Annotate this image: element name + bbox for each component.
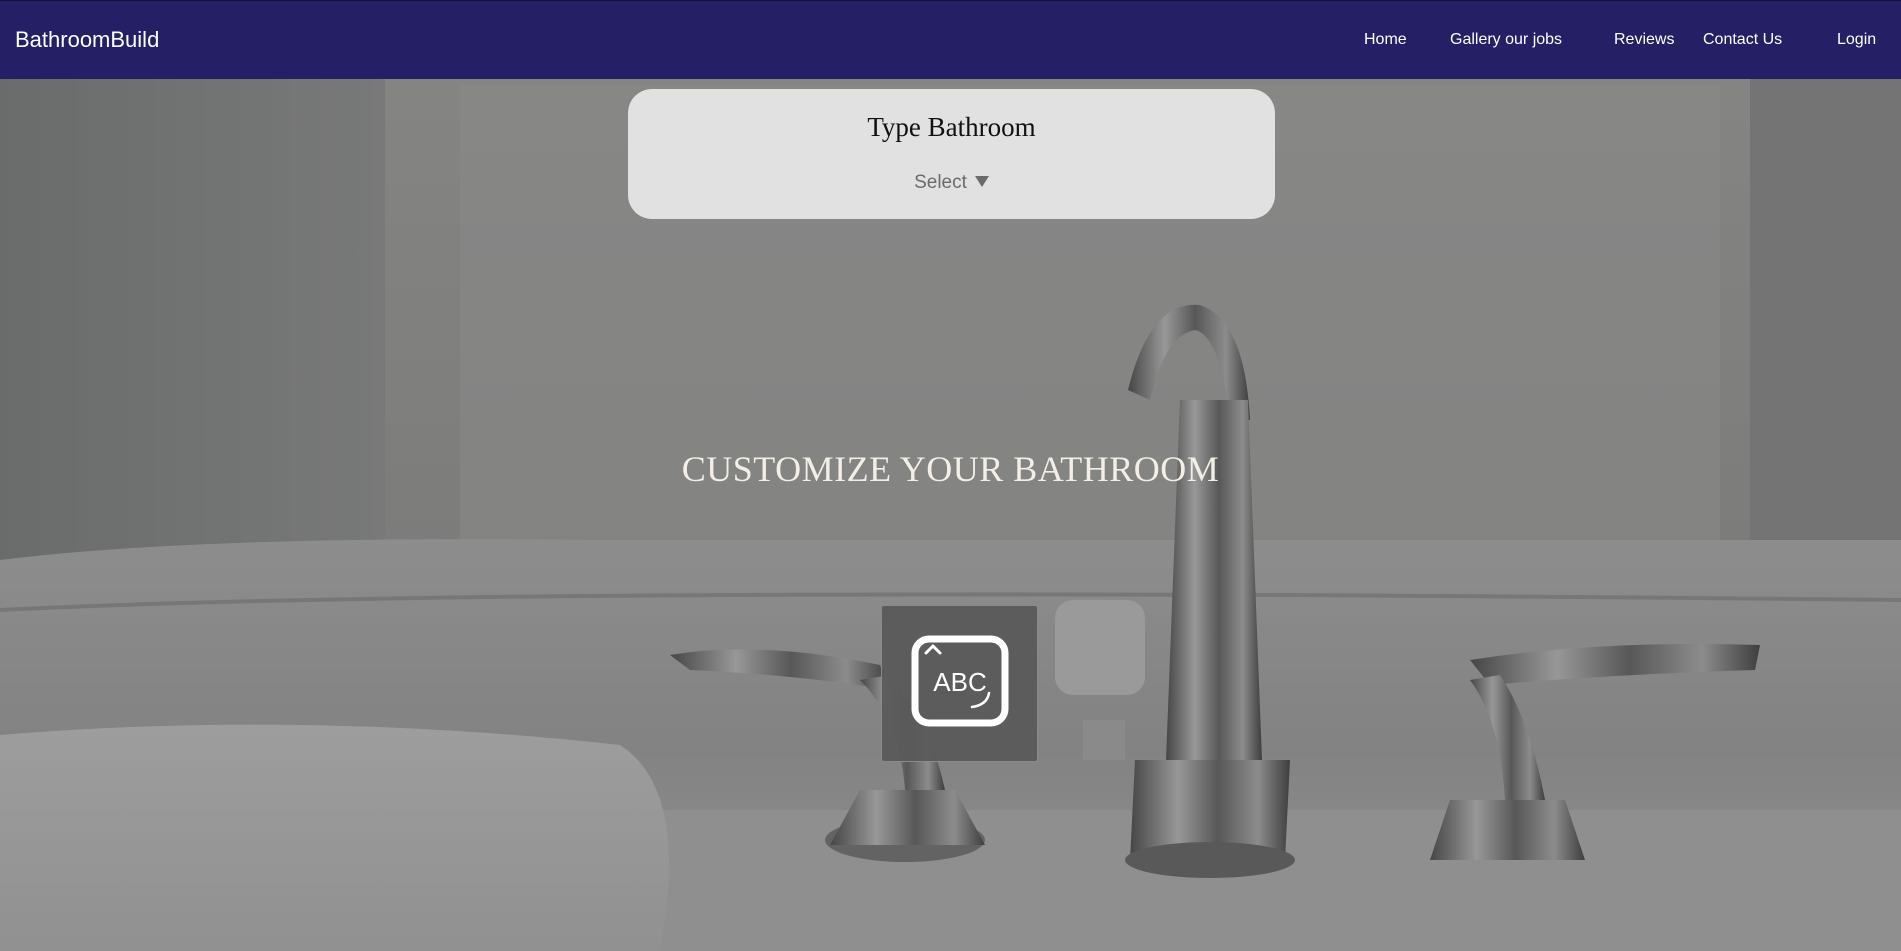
keyboard-input-button[interactable]: ABC	[881, 605, 1038, 762]
nav-link-reviews[interactable]: Reviews	[1614, 30, 1674, 50]
top-navbar: BathroomBuild Home Gallery our jobs Revi…	[0, 0, 1901, 79]
abc-icon-text: ABC	[933, 667, 986, 697]
nav-link-contact[interactable]: Contact Us	[1703, 30, 1782, 50]
chevron-down-icon	[974, 176, 989, 187]
nav-link-login[interactable]: Login	[1837, 30, 1876, 50]
type-bathroom-card: Type Bathroom Select	[628, 89, 1275, 219]
nav-link-gallery[interactable]: Gallery our jobs	[1450, 30, 1562, 50]
keyboard-abc-icon: ABC	[911, 635, 1009, 727]
type-bathroom-title: Type Bathroom	[867, 112, 1036, 142]
nav-link-home[interactable]: Home	[1364, 30, 1407, 50]
page: BathroomBuild Home Gallery our jobs Revi…	[0, 0, 1901, 951]
select-value: Select	[914, 172, 967, 193]
type-bathroom-select[interactable]: Select	[628, 172, 1275, 194]
brand-logo-link[interactable]: BathroomBuild	[15, 27, 159, 53]
hero-heading: CUSTOMIZE YOUR BATHROOM	[681, 449, 1220, 489]
